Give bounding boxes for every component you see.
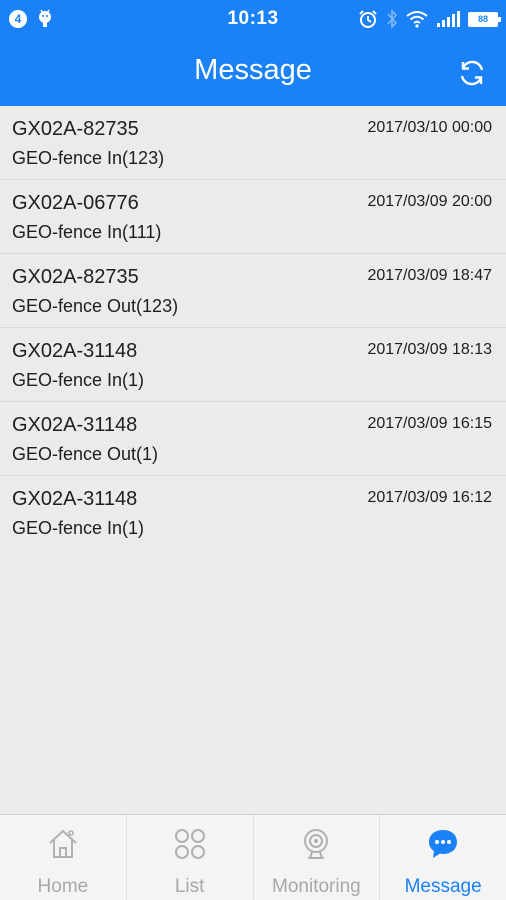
status-bar: 4 10:13 88 [0, 0, 506, 38]
battery-icon: 88 [468, 11, 501, 27]
tab-home-label: Home [37, 876, 89, 897]
signal-icon [437, 11, 460, 27]
message-row[interactable]: GX02A-31148 GEO-fence In(1) 2017/03/09 1… [0, 328, 506, 402]
alarm-clock-icon [359, 10, 377, 28]
tab-list[interactable]: List [127, 815, 254, 900]
message-row[interactable]: GX02A-82735 GEO-fence Out(123) 2017/03/0… [0, 254, 506, 328]
refresh-icon[interactable] [456, 57, 488, 89]
tab-message-label: Message [404, 876, 482, 897]
message-row[interactable]: GX02A-06776 GEO-fence In(111) 2017/03/09… [0, 180, 506, 254]
message-row[interactable]: GX02A-31148 GEO-fence In(1) 2017/03/09 1… [0, 476, 506, 550]
event-text: GEO-fence Out(123) [12, 296, 179, 316]
tab-home[interactable]: Home [0, 815, 127, 900]
bottom-tab-bar: Home List Monitoring Message [0, 814, 506, 900]
event-text: GEO-fence In(1) [12, 518, 145, 538]
event-text: GEO-fence In(1) [12, 370, 145, 390]
tab-list-label: List [174, 876, 205, 897]
device-id: GX02A-31148 [12, 340, 138, 362]
event-text: GEO-fence Out(1) [12, 444, 159, 464]
home-icon [49, 829, 77, 858]
tab-monitoring[interactable]: Monitoring [254, 815, 381, 900]
message-time: 2017/03/09 20:00 [367, 193, 492, 210]
event-text: GEO-fence In(111) [12, 222, 162, 242]
camera-icon [304, 829, 329, 859]
bluetooth-icon [387, 9, 398, 29]
message-time: 2017/03/09 18:13 [367, 341, 492, 358]
page-title: Message [194, 54, 312, 86]
device-id: GX02A-82735 [12, 118, 139, 140]
wifi-icon [406, 11, 428, 28]
message-time: 2017/03/09 18:47 [367, 267, 492, 284]
device-id: GX02A-06776 [12, 192, 139, 214]
app-header: 4 10:13 88 Message [0, 0, 506, 106]
battery-level: 88 [477, 13, 488, 24]
message-time: 2017/03/09 16:15 [367, 415, 492, 432]
chat-bubble-icon [429, 830, 458, 858]
tab-monitoring-label: Monitoring [272, 876, 361, 897]
device-id: GX02A-31148 [12, 414, 138, 436]
device-id: GX02A-82735 [12, 266, 139, 288]
message-row[interactable]: GX02A-82735 GEO-fence In(123) 2017/03/10… [0, 106, 506, 180]
message-time: 2017/03/10 00:00 [367, 119, 492, 136]
event-text: GEO-fence In(123) [12, 148, 165, 168]
message-list: GX02A-82735 GEO-fence In(123) 2017/03/10… [0, 106, 506, 550]
message-row[interactable]: GX02A-31148 GEO-fence Out(1) 2017/03/09 … [0, 402, 506, 476]
message-time: 2017/03/09 16:12 [367, 489, 492, 506]
device-id: GX02A-31148 [12, 488, 138, 510]
grid-icon [174, 829, 205, 859]
tab-message[interactable]: Message [380, 815, 506, 900]
